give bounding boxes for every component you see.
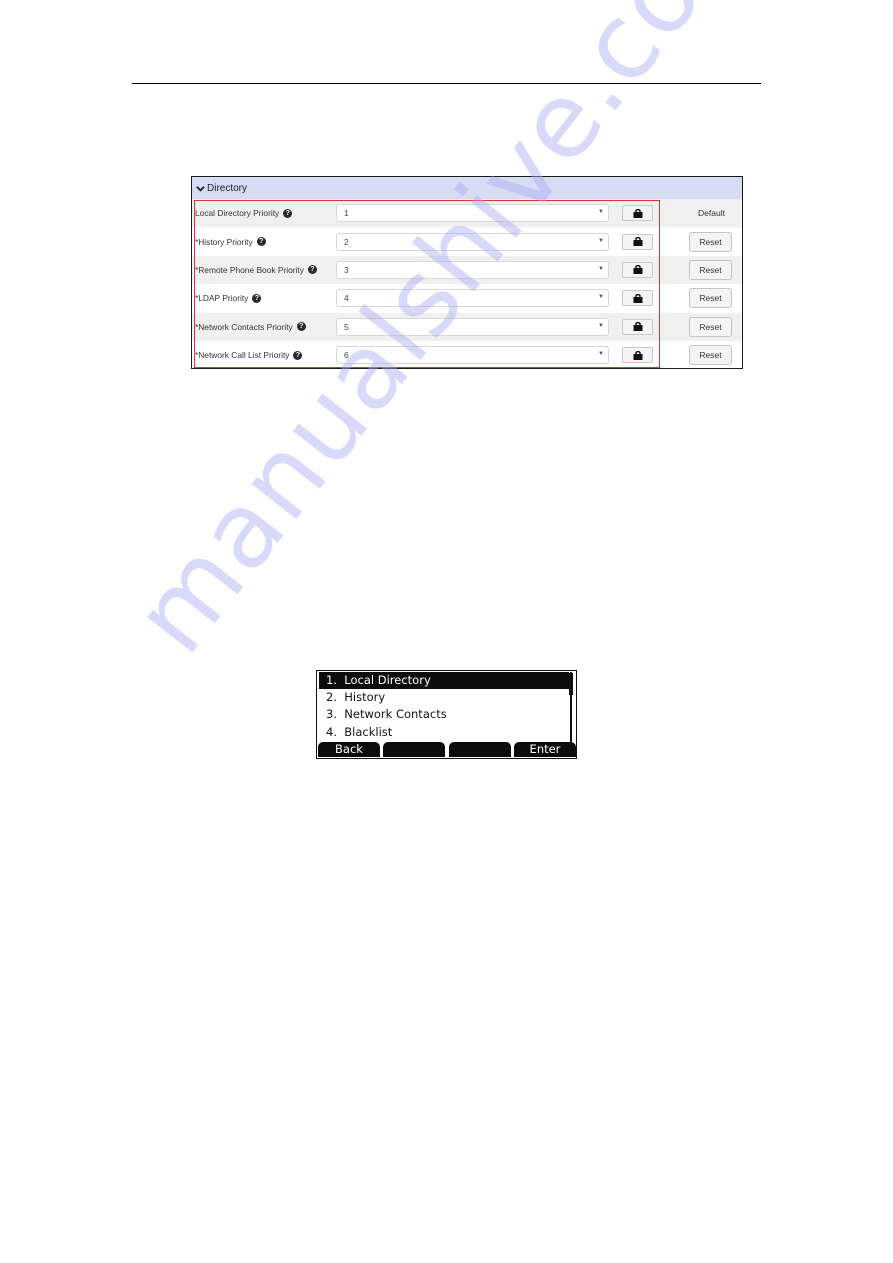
reset-button[interactable]: Reset bbox=[689, 345, 732, 366]
lock-button[interactable] bbox=[622, 290, 653, 307]
setting-label-text: *Network Contacts Priority bbox=[195, 321, 293, 332]
help-icon[interactable]: ? bbox=[293, 350, 303, 360]
directory-settings-panel: Directory Local Directory Priority ? 1 ▼… bbox=[191, 176, 743, 369]
softkey-3[interactable] bbox=[448, 742, 511, 757]
page-header-rule bbox=[132, 83, 761, 84]
lock-icon bbox=[633, 208, 642, 218]
scrollbar-thumb[interactable] bbox=[569, 673, 573, 695]
lcd-menu-item[interactable]: 2. History bbox=[319, 689, 569, 706]
priority-select-value: 6 bbox=[344, 350, 349, 361]
dropdown-arrow-icon: ▼ bbox=[598, 265, 604, 272]
help-icon[interactable]: ? bbox=[296, 322, 306, 332]
lcd-menu-item[interactable]: 3. Network Contacts bbox=[319, 706, 569, 723]
setting-row: *LDAP Priority ? 4 ▼ Reset bbox=[192, 284, 742, 312]
setting-label-text: *LDAP Priority bbox=[195, 293, 249, 304]
setting-label-text: *Remote Phone Book Priority bbox=[195, 264, 304, 275]
priority-select[interactable]: 2 ▼ bbox=[336, 232, 609, 251]
reset-button[interactable]: Reset bbox=[689, 316, 732, 337]
priority-select-value: 3 bbox=[344, 264, 349, 275]
priority-select[interactable]: 4 ▼ bbox=[336, 289, 609, 308]
lock-icon bbox=[633, 293, 642, 303]
lock-icon bbox=[633, 265, 642, 275]
help-icon[interactable]: ? bbox=[252, 293, 262, 303]
lock-icon bbox=[633, 350, 642, 360]
dropdown-arrow-icon: ▼ bbox=[598, 351, 604, 358]
priority-select-value: 5 bbox=[344, 321, 349, 332]
setting-label: Local Directory Priority ? bbox=[192, 208, 336, 218]
lock-icon bbox=[633, 322, 642, 332]
lock-button[interactable] bbox=[622, 261, 653, 278]
setting-label: *Network Call List Priority ? bbox=[192, 350, 336, 360]
setting-label-text: *Network Call List Priority bbox=[195, 350, 290, 361]
phone-lcd-screen: 1. Local Directory 2. History 3. Network C… bbox=[316, 670, 577, 759]
setting-row: *History Priority ? 2 ▼ Reset bbox=[192, 227, 742, 255]
dropdown-arrow-icon: ▼ bbox=[598, 294, 604, 301]
dropdown-arrow-icon: ▼ bbox=[598, 237, 604, 244]
setting-label-text: Local Directory Priority bbox=[195, 208, 280, 219]
priority-select-value: 4 bbox=[344, 293, 349, 304]
section-title: Directory bbox=[207, 182, 248, 194]
help-icon[interactable]: ? bbox=[307, 265, 317, 275]
setting-label-text: *History Priority bbox=[195, 236, 253, 247]
lcd-menu-item[interactable]: 4. Blacklist bbox=[319, 724, 569, 741]
softkey-back[interactable]: Back bbox=[318, 742, 380, 757]
setting-label: *Network Contacts Priority ? bbox=[192, 322, 336, 332]
setting-row: *Remote Phone Book Priority ? 3 ▼ Reset bbox=[192, 255, 742, 285]
reset-button[interactable]: Reset bbox=[689, 259, 732, 280]
lock-icon bbox=[633, 237, 642, 247]
softkey-enter[interactable]: Enter bbox=[513, 742, 576, 757]
chevron-down-icon bbox=[196, 185, 205, 192]
priority-select[interactable]: 5 ▼ bbox=[336, 317, 609, 336]
help-icon[interactable]: ? bbox=[283, 208, 293, 218]
setting-row: *Network Contacts Priority ? 5 ▼ Reset bbox=[192, 312, 742, 341]
directory-section-header[interactable]: Directory bbox=[192, 177, 742, 199]
priority-select[interactable]: 6 ▼ bbox=[336, 346, 609, 365]
setting-row: *Network Call List Priority ? 6 ▼ Reset bbox=[192, 341, 742, 368]
priority-select[interactable]: 1 ▼ bbox=[336, 204, 609, 223]
setting-row: Local Directory Priority ? 1 ▼ Default bbox=[192, 199, 742, 228]
setting-label: *LDAP Priority ? bbox=[192, 293, 336, 303]
lock-button[interactable] bbox=[622, 233, 653, 250]
priority-select-value: 1 bbox=[344, 208, 349, 219]
lock-button[interactable] bbox=[622, 205, 653, 222]
reset-button[interactable]: Reset bbox=[689, 231, 732, 252]
softkey-2[interactable] bbox=[383, 742, 446, 757]
dropdown-arrow-icon: ▼ bbox=[598, 322, 604, 329]
priority-select[interactable]: 3 ▼ bbox=[336, 260, 609, 279]
reset-button[interactable]: Reset bbox=[689, 288, 732, 309]
setting-label: *History Priority ? bbox=[192, 237, 336, 247]
help-icon[interactable]: ? bbox=[256, 237, 266, 247]
priority-select-value: 2 bbox=[344, 236, 349, 247]
lock-button[interactable] bbox=[622, 347, 653, 364]
setting-label: *Remote Phone Book Priority ? bbox=[192, 265, 336, 275]
dropdown-arrow-icon: ▼ bbox=[598, 209, 604, 216]
lcd-menu-item[interactable]: 1. Local Directory bbox=[319, 672, 569, 689]
lock-button[interactable] bbox=[622, 318, 653, 335]
default-column-label: Default bbox=[698, 208, 725, 219]
